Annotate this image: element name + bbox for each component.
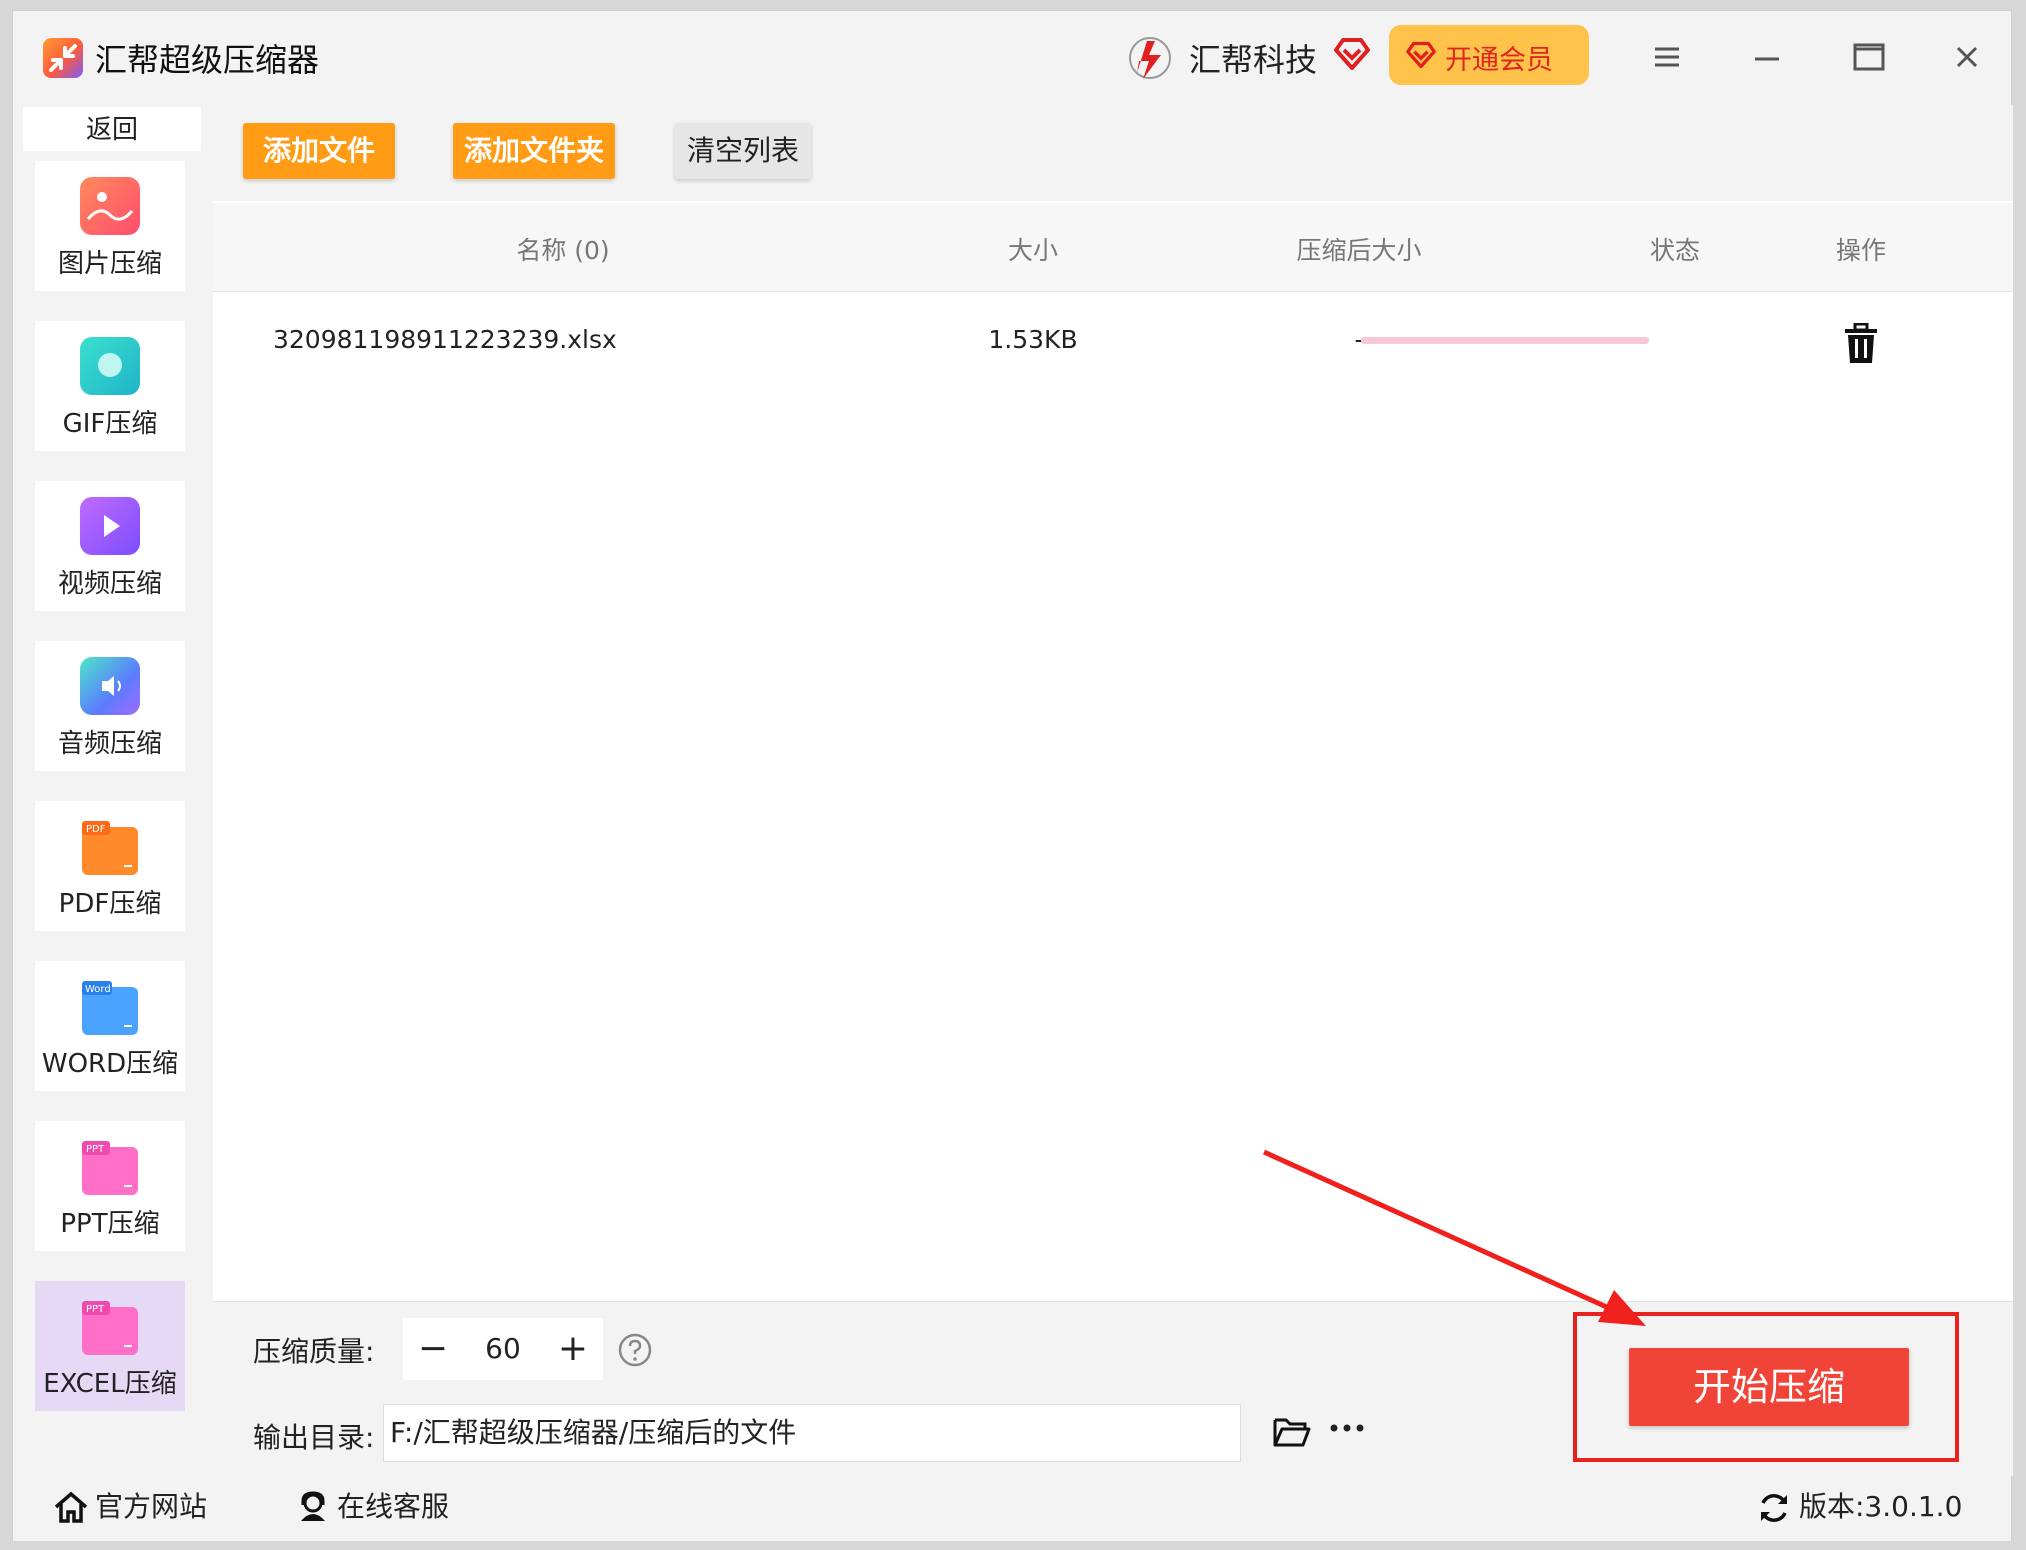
excel-file-icon: PPT [82,1301,138,1355]
app-title: 汇帮超级压缩器 [95,41,320,79]
output-dir-input[interactable]: F:/汇帮超级压缩器/压缩后的文件 [383,1404,1241,1462]
brand-name: 汇帮科技 [1189,41,1318,79]
file-badge: Word [85,984,111,995]
vip-membership-button[interactable]: 开通会员 [1389,25,1589,85]
home-icon [54,1491,88,1523]
maximize-button[interactable] [1839,31,1895,83]
audio-icon [80,657,140,715]
file-table-header: 名称 (0) 大小 压缩后大小 状态 操作 [213,203,2013,292]
close-button[interactable] [1939,31,1995,83]
clear-list-button[interactable]: 清空列表 [675,123,811,179]
footer: 官方网站 在线客服 版本:3.0.1.0 [13,1475,2011,1541]
online-support-label: 在线客服 [337,1490,450,1523]
sidebar-item-label: EXCEL压缩 [43,1369,177,1399]
quality-value[interactable]: 60 [463,1318,543,1380]
table-row[interactable]: 320981198911223239.xlsx 1.53KB - [213,293,2013,393]
sidebar-item-gif[interactable]: GIF压缩 [35,321,185,451]
sidebar-item-label: PPT压缩 [60,1209,160,1239]
col-name-header: 名称 (0) [516,236,610,265]
start-compress-button[interactable]: 开始压缩 [1629,1348,1909,1426]
col-compressed-size-header: 压缩后大小 [1296,236,1422,265]
quality-decrease-button[interactable]: − [403,1318,463,1380]
title-bar: 汇帮超级压缩器 汇帮科技 开通会员 [13,11,2011,105]
file-size: 1.53KB [988,325,1078,354]
app-logo-icon [43,38,83,78]
sidebar-item-word[interactable]: Word WORD压缩 [35,961,185,1091]
output-dir-label: 输出目录: [253,1421,375,1454]
add-file-button[interactable]: 添加文件 [243,123,395,179]
hamburger-icon [1655,47,1679,67]
more-options-icon[interactable] [1329,1418,1365,1437]
video-icon [80,497,140,555]
quality-label: 压缩质量: [253,1335,375,1368]
folder-open-icon[interactable] [1273,1416,1311,1452]
quality-increase-button[interactable]: + [543,1318,603,1380]
official-website-link[interactable]: 官方网站 [53,1485,223,1529]
sidebar-item-excel[interactable]: PPT EXCEL压缩 [35,1281,185,1411]
file-name: 320981198911223239.xlsx [273,325,617,354]
version-label: 版本:3.0.1.0 [1799,1490,1963,1523]
brand-logo-icon [1127,33,1173,87]
sidebar-item-pdf[interactable]: PDF PDF压缩 [35,801,185,931]
help-icon[interactable] [617,1332,653,1372]
col-size-header: 大小 [1007,236,1058,265]
menu-button[interactable] [1639,31,1695,83]
diamond-heart-icon [1406,41,1436,69]
settings-panel: 压缩质量: − 60 + 输出目录: F:/汇帮超级压缩器/压缩后的文件 开始压… [213,1301,2013,1476]
version-info[interactable]: 版本:3.0.1.0 [1757,1485,1977,1529]
toolbar: 添加文件 添加文件夹 清空列表 [213,105,2013,201]
ppt-file-icon: PPT [82,1141,138,1195]
sidebar: 返回 图片压缩 GIF压缩 视频压缩 音频压缩 PDF PDF压缩 Word W… [13,105,211,1475]
col-status-header: 状态 [1649,236,1700,265]
maximize-icon [1853,43,1885,71]
minimize-icon [1755,57,1779,61]
sidebar-item-ppt[interactable]: PPT PPT压缩 [35,1121,185,1251]
sidebar-item-label: PDF压缩 [58,889,162,919]
sidebar-item-label: WORD压缩 [41,1049,179,1079]
add-folder-button[interactable]: 添加文件夹 [453,123,615,179]
word-file-icon: Word [82,981,138,1035]
quality-stepper: − 60 + [403,1318,603,1380]
image-icon [80,177,140,235]
diamond-heart-icon [1333,37,1371,75]
file-badge: PDF [86,824,106,835]
sidebar-item-video[interactable]: 视频压缩 [35,481,185,611]
sidebar-item-label: 图片压缩 [57,249,162,279]
trash-icon [1845,322,1877,363]
delete-button[interactable] [1841,322,1881,365]
sidebar-item-audio[interactable]: 音频压缩 [35,641,185,771]
official-website-label: 官方网站 [95,1490,208,1523]
app-window: 汇帮超级压缩器 汇帮科技 开通会员 返回 图片压缩 GIF压缩 视频压缩 音频压… [12,10,2013,1541]
vip-label: 开通会员 [1445,45,1553,76]
customer-service-icon [301,1491,325,1521]
file-badge: PPT [86,1144,105,1155]
back-button[interactable]: 返回 [23,107,201,151]
sidebar-item-label: GIF压缩 [62,409,158,439]
col-action-header: 操作 [1835,236,1886,265]
close-icon [1956,46,1978,68]
refresh-icon [1761,1494,1787,1522]
sidebar-item-image[interactable]: 图片压缩 [35,161,185,291]
gif-icon [80,337,140,395]
status-progress-bar [1361,337,1649,344]
file-badge: PPT [86,1304,105,1315]
sidebar-item-label: 视频压缩 [57,569,162,599]
minimize-button[interactable] [1739,31,1795,83]
main-panel: 添加文件 添加文件夹 清空列表 名称 (0) 大小 压缩后大小 状态 操作 32… [213,105,2013,1476]
sidebar-item-label: 音频压缩 [57,729,162,759]
online-support-link[interactable]: 在线客服 [295,1485,465,1529]
pdf-file-icon: PDF [82,821,138,875]
